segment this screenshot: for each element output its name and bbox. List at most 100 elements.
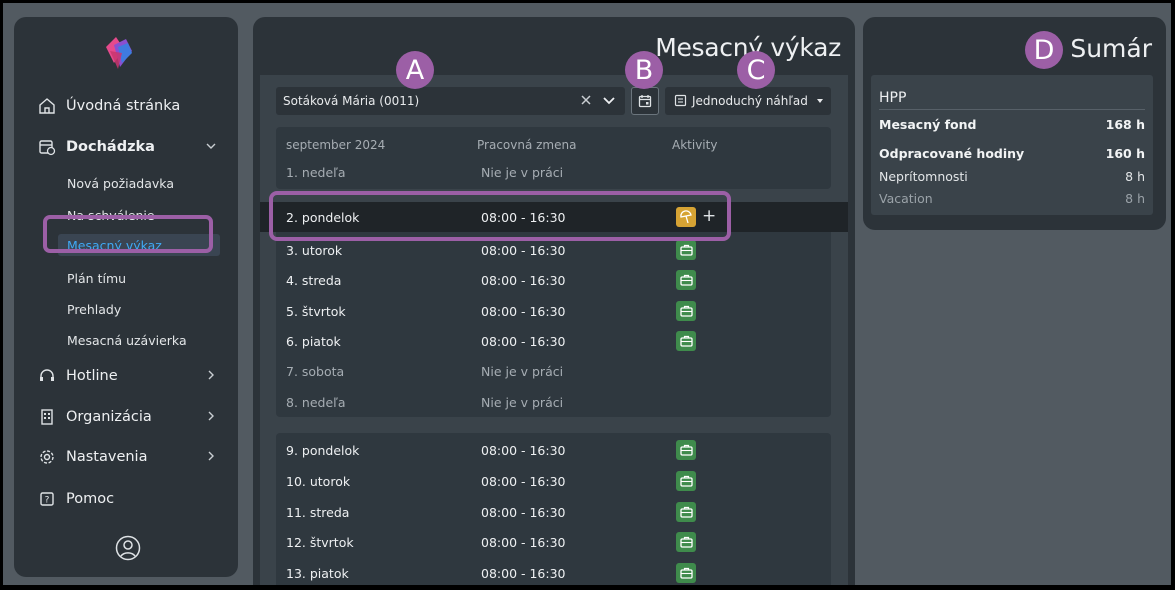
summary-value: 8 h (1125, 169, 1145, 184)
briefcase-icon (679, 244, 693, 256)
summary-card: HPP Mesacný fond 168 h Odpracované hodin… (871, 75, 1153, 215)
table-row[interactable]: 6. piatok 08:00 - 16:30 (276, 326, 831, 356)
summary-label: Odpracované hodiny (879, 146, 1025, 161)
table-row[interactable]: 5. štvrtok 08:00 - 16:30 (276, 296, 831, 326)
row-day: 4. streda (286, 273, 342, 288)
sidebar-item-label: Dochádzka (66, 139, 155, 155)
month-header: september 2024 (286, 138, 386, 152)
sidebar-item-organization[interactable]: Organizácia (38, 402, 218, 432)
row-shift: 08:00 - 16:30 (481, 243, 566, 258)
row-day: 5. štvrtok (286, 304, 346, 319)
briefcase-icon (679, 274, 693, 286)
report-content: Sotáková Mária (0011) Jednoduchý náhľad … (260, 75, 848, 585)
chevron-down-icon[interactable] (602, 94, 616, 108)
sidebar-subitem-new-request[interactable]: Nová požiadavka (67, 172, 174, 194)
row-day: 13. piatok (286, 566, 349, 581)
sidebar-item-label: Hotline (66, 368, 118, 384)
row-shift: 08:00 - 16:30 (481, 535, 566, 550)
row-day: 12. štvrtok (286, 535, 354, 550)
activity-work-badge[interactable] (676, 240, 696, 260)
sidebar-subitem-overviews[interactable]: Prehlady (67, 298, 121, 320)
badge-d: D (1025, 31, 1063, 69)
sidebar-item-help[interactable]: ? Pomoc (38, 484, 218, 514)
sidebar-subitem-monthly-closing[interactable]: Mesacná uzávierka (67, 329, 187, 351)
activity-work-badge[interactable] (676, 563, 696, 583)
calendar-clock-icon (39, 140, 56, 156)
table-row[interactable]: 7. sobota Nie je v práci (276, 356, 831, 386)
activity-work-badge[interactable] (676, 502, 696, 522)
row-day: 11. streda (286, 505, 350, 520)
summary-row-worked-hours: Odpracované hodiny 160 h (879, 146, 1145, 161)
table-row[interactable]: 12. štvrtok 08:00 - 16:30 (276, 527, 831, 557)
view-mode-select[interactable]: Jednoduchý náhľad (665, 87, 831, 115)
briefcase-icon (679, 506, 693, 518)
chevron-right-icon (208, 411, 214, 421)
sidebar-item-hotline[interactable]: Hotline (38, 361, 218, 391)
calendar-button[interactable] (631, 87, 659, 115)
row-shift: Nie je v práci (481, 165, 564, 180)
chevron-right-icon (208, 370, 214, 380)
summary-row-monthly-fund: Mesacný fond 168 h (879, 117, 1145, 132)
dropdown-caret-icon (817, 99, 823, 103)
table-row[interactable]: 13. piatok 08:00 - 16:30 (276, 558, 831, 585)
briefcase-icon (679, 305, 693, 317)
sidebar-item-label: Organizácia (66, 409, 152, 425)
user-avatar-icon[interactable] (115, 535, 141, 561)
table-row[interactable]: 10. utorok 08:00 - 16:30 (276, 466, 831, 496)
activity-work-badge[interactable] (676, 471, 696, 491)
row-shift: 08:00 - 16:30 (481, 505, 566, 520)
view-mode-value: Jednoduchý náhľad (692, 94, 808, 108)
shift-header: Pracovná zmena (477, 138, 577, 152)
sidebar-item-attendance[interactable]: Dochádzka (38, 132, 218, 162)
activity-work-badge[interactable] (676, 301, 696, 321)
briefcase-icon (679, 567, 693, 579)
row-day: 3. utorok (286, 243, 343, 258)
row-shift: 08:00 - 16:30 (481, 273, 566, 288)
summary-label: Neprítomnosti (879, 169, 968, 184)
summary-value: 168 h (1105, 117, 1145, 132)
table-row[interactable]: 8. nedeľa Nie je v práci (276, 387, 831, 417)
home-icon (39, 98, 55, 114)
divider (879, 109, 1145, 110)
activity-work-badge[interactable] (676, 440, 696, 460)
sidebar: Úvodná stránka Dochádzka Nová požiadavka… (14, 17, 238, 577)
activity-work-badge[interactable] (676, 270, 696, 290)
svg-text:?: ? (45, 496, 50, 506)
summary-row-absences: Neprítomnosti 8 h (879, 169, 1145, 184)
sidebar-item-home[interactable]: Úvodná stránka (38, 91, 218, 121)
sidebar-item-label: Pomoc (66, 491, 115, 507)
app-window: Úvodná stránka Dochádzka Nová požiadavka… (3, 3, 1171, 585)
row-shift: 08:00 - 16:30 (481, 334, 566, 349)
badge-a: A (396, 51, 434, 89)
employee-select[interactable]: Sotáková Mária (0011) (276, 87, 625, 115)
row-shift: Nie je v práci (481, 395, 564, 410)
sidebar-item-settings[interactable]: Nastavenia (38, 442, 218, 472)
activities-header: Aktivity (672, 138, 718, 152)
row-shift: 08:00 - 16:30 (481, 566, 566, 581)
building-icon (41, 409, 53, 425)
badge-c: C (737, 51, 775, 89)
activity-work-badge[interactable] (676, 331, 696, 351)
table-row[interactable]: 11. streda 08:00 - 16:30 (276, 497, 831, 527)
briefcase-icon (679, 536, 693, 548)
chevron-down-icon (206, 143, 216, 149)
table-row[interactable]: 1. nedeľa Nie je v práci (276, 157, 831, 187)
row-day: 6. piatok (286, 334, 341, 349)
sidebar-item-label: Nastavenia (66, 449, 148, 465)
row-day: 10. utorok (286, 474, 351, 489)
summary-label: Mesacný fond (879, 117, 977, 132)
document-icon (674, 94, 687, 107)
table-row[interactable]: 9. pondelok 08:00 - 16:30 (276, 435, 831, 465)
row-shift: 08:00 - 16:30 (481, 443, 566, 458)
week-group: september 2024 Pracovná zmena Aktivity 1… (276, 127, 831, 189)
clear-icon[interactable] (579, 93, 593, 107)
table-row[interactable]: 4. streda 08:00 - 16:30 (276, 265, 831, 295)
gear-icon (40, 450, 54, 464)
highlight-box-row (269, 191, 731, 241)
summary-title: Sumár (1070, 34, 1152, 63)
activity-work-badge[interactable] (676, 532, 696, 552)
sidebar-subitem-team-plan[interactable]: Plán tímu (67, 267, 126, 289)
headset-icon (40, 369, 54, 381)
row-shift: 08:00 - 16:30 (481, 304, 566, 319)
row-day: 7. sobota (286, 364, 345, 379)
